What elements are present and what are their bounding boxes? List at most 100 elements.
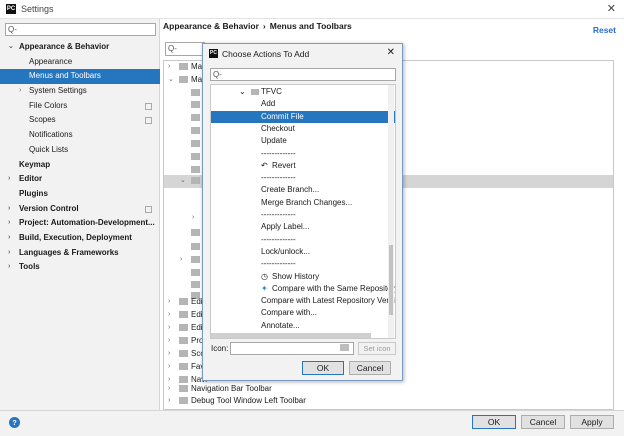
horizontal-scrollbar[interactable] [211, 333, 371, 338]
expand-arrow-icon[interactable]: › [168, 309, 170, 322]
action-tree-row[interactable]: Create Branch... [211, 184, 395, 196]
action-tree-row[interactable]: ↶ Revert [211, 160, 395, 172]
folder-icon [179, 350, 188, 357]
action-tree-row[interactable]: Apply Label... [211, 221, 395, 233]
sidebar-item[interactable]: Appearance [0, 55, 160, 70]
action-tree-row[interactable]: Compare with Latest Repository Version [211, 295, 395, 307]
scrollbar-thumb[interactable] [389, 245, 393, 315]
window-close-icon[interactable]: ✕ [607, 2, 616, 15]
action-tree-row[interactable]: ------------- [211, 172, 395, 184]
actions-tree: Browse Changes...Annotate...Compare with… [210, 84, 396, 339]
sidebar-item[interactable]: ⌄ Appearance & Behavior [0, 40, 160, 55]
menus-search-input[interactable]: Q- [165, 42, 205, 56]
dialog-close-icon[interactable]: ✕ [387, 47, 395, 58]
sidebar-item[interactable]: › Languages & Frameworks [0, 246, 160, 261]
settings-sidebar: Q- ⌄ Appearance & Behavior Appearance Menus… [0, 19, 160, 410]
ok-button[interactable]: OK [472, 415, 516, 429]
action-tree-row[interactable]: Lock/unlock... [211, 246, 395, 258]
expand-arrow-icon[interactable]: › [168, 383, 170, 396]
expand-arrow-icon[interactable]: ⌄ [8, 40, 14, 55]
action-tree-row[interactable]: ------------- [211, 234, 395, 246]
browse-folder-icon[interactable] [340, 344, 349, 351]
expand-arrow-icon[interactable]: › [168, 61, 170, 74]
expand-arrow-icon[interactable]: › [8, 172, 10, 187]
expand-arrow-icon[interactable]: › [168, 395, 170, 408]
expand-arrow-icon[interactable]: › [168, 335, 170, 348]
sidebar-item-label: Version Control [19, 203, 79, 213]
expand-arrow-icon[interactable]: › [8, 231, 10, 246]
action-tree-row[interactable]: ------------- [211, 148, 395, 160]
sidebar-item[interactable]: › Tools [0, 260, 160, 275]
action-tree-row[interactable]: Update [211, 135, 395, 147]
folder-icon [179, 311, 188, 318]
window-titlebar: PC Settings ✕ [0, 0, 624, 19]
expand-arrow-icon[interactable]: › [180, 254, 182, 267]
action-tree-row[interactable]: Commit File [211, 110, 395, 123]
folder-icon [191, 256, 200, 263]
action-tree-row[interactable]: ------------- [211, 258, 395, 270]
sidebar-item-label: Scopes [29, 115, 56, 125]
search-icon: Q- [168, 44, 177, 53]
expand-arrow-icon[interactable]: › [168, 348, 170, 361]
sidebar-item[interactable]: Plugins [0, 187, 160, 202]
sidebar-item[interactable]: File Colors [0, 99, 160, 114]
actions-search-input[interactable]: Q- [210, 68, 396, 81]
sidebar-item[interactable]: Quick Lists [0, 143, 160, 158]
action-label: ------------- [261, 148, 296, 158]
action-label: Add [261, 99, 276, 109]
sidebar-item[interactable]: › System Settings [0, 84, 160, 99]
action-tree-row[interactable]: Checkout [211, 123, 395, 135]
set-icon-button[interactable]: Set icon [358, 342, 396, 355]
action-label: Compare with the Same Repository Ve [272, 283, 396, 293]
expand-arrow-icon[interactable]: › [168, 361, 170, 374]
window-title: Settings [21, 4, 54, 14]
sidebar-item[interactable]: Notifications [0, 128, 160, 143]
sidebar-item[interactable]: Keymap [0, 158, 160, 173]
expand-arrow-icon[interactable]: › [19, 84, 21, 99]
sidebar-item[interactable]: Menus and Toolbars [0, 69, 160, 85]
expand-arrow-icon[interactable]: ⌄ [168, 74, 174, 87]
expand-arrow-icon[interactable]: › [8, 246, 10, 261]
dialog-title: Choose Actions To Add [222, 49, 310, 59]
action-tree-row[interactable]: ◷ Show History [211, 271, 395, 283]
menu-tree-label: Ma [191, 75, 203, 84]
folder-icon [179, 298, 188, 305]
help-icon[interactable]: ? [9, 417, 20, 428]
expand-arrow-icon[interactable]: › [8, 216, 10, 231]
expand-arrow-icon[interactable]: › [8, 202, 10, 217]
sidebar-item-label: Appearance & Behavior [19, 42, 110, 51]
sidebar-item-label: Editor [19, 174, 43, 184]
action-tree-row[interactable]: Add [211, 98, 395, 110]
folder-icon [179, 385, 188, 392]
expand-arrow-icon[interactable]: › [192, 212, 194, 225]
action-tree-row[interactable]: ✦ Compare with the Same Repository Ve [211, 283, 395, 295]
sidebar-item[interactable]: Scopes [0, 113, 160, 128]
sidebar-search-input[interactable]: Q- [5, 23, 156, 36]
sidebar-item[interactable]: › Version Control [0, 202, 160, 217]
action-tree-row[interactable]: ------------- [211, 209, 395, 221]
action-tree-row[interactable]: Merge Branch Changes... [211, 197, 395, 209]
menu-tree-row[interactable]: › Debug Tool Window Left Toolbar [164, 395, 613, 408]
expand-arrow-icon[interactable]: ⌄ [239, 86, 246, 98]
apply-button[interactable]: Apply [570, 415, 614, 429]
reset-link[interactable]: Reset [593, 25, 616, 35]
expand-arrow-icon[interactable]: › [168, 296, 170, 309]
expand-arrow-icon[interactable]: ⌄ [180, 175, 186, 188]
action-label: ------------- [261, 173, 296, 183]
expand-arrow-icon[interactable]: › [168, 322, 170, 335]
breadcrumb-parent[interactable]: Appearance & Behavior [163, 21, 259, 31]
icon-path-field[interactable] [230, 342, 354, 355]
sidebar-item[interactable]: › Editor [0, 172, 160, 187]
sidebar-item-label: File Colors [29, 100, 68, 110]
dialog-cancel-button[interactable]: Cancel [349, 361, 391, 375]
action-tree-row[interactable]: ⌄ TFVC [211, 86, 395, 98]
dialog-ok-button[interactable]: OK [302, 361, 344, 375]
action-tree-row[interactable]: Annotate... [211, 320, 395, 332]
menu-tree-row[interactable]: › Navigation Bar Toolbar [164, 383, 613, 396]
action-tree-row[interactable]: Compare with... [211, 307, 395, 319]
sidebar-item[interactable]: › Project: Automation-Development... [0, 216, 160, 231]
expand-arrow-icon[interactable]: › [8, 260, 10, 275]
cancel-button[interactable]: Cancel [521, 415, 565, 429]
sidebar-item[interactable]: › Build, Execution, Deployment [0, 231, 160, 246]
settings-tree: ⌄ Appearance & Behavior Appearance Menus an… [0, 40, 160, 275]
